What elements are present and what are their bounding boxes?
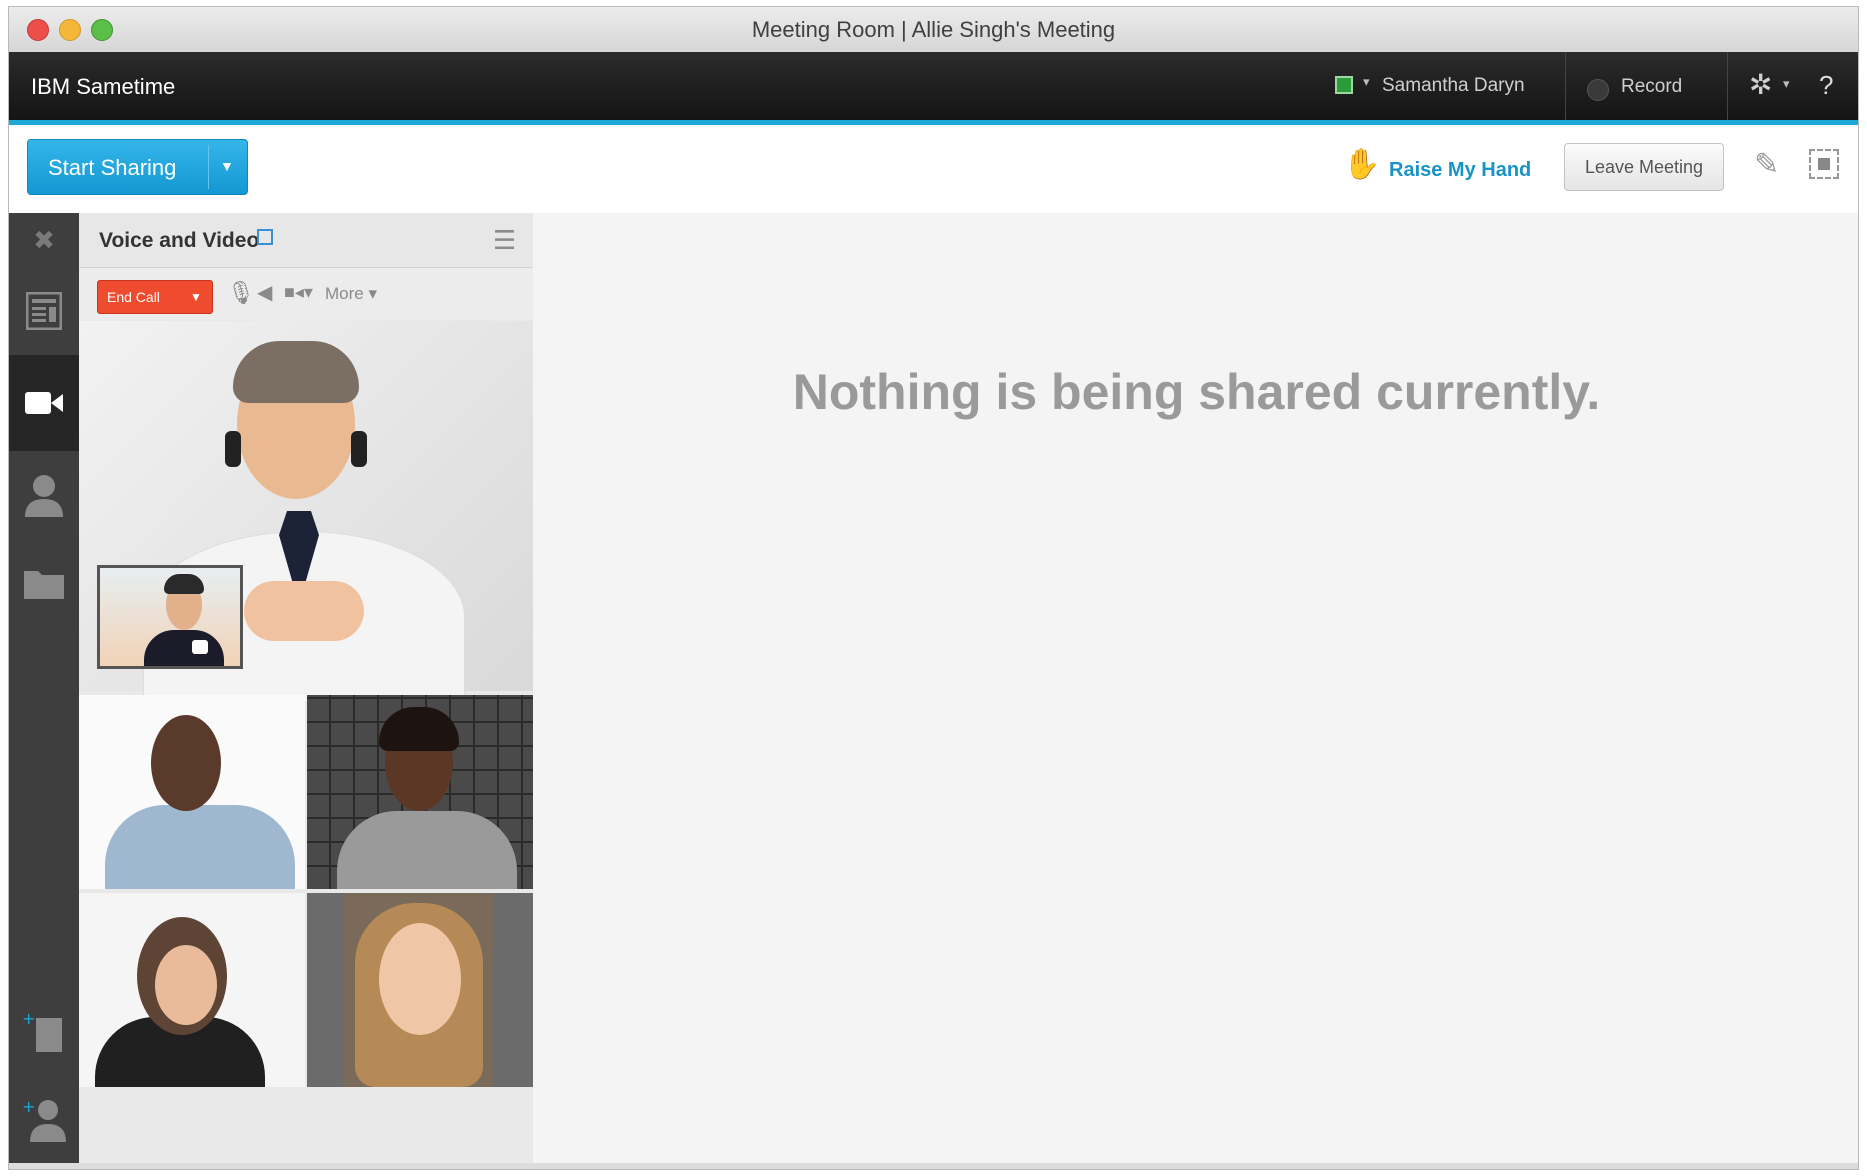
sidebar-item-files[interactable] <box>9 539 79 627</box>
window-title: Meeting Room | Allie Singh's Meeting <box>751 17 1116 42</box>
fullscreen-icon[interactable] <box>1809 149 1839 179</box>
participant-video-3[interactable] <box>79 893 305 1087</box>
panel-header: Voice and Video ☰ <box>79 213 533 268</box>
close-panel-icon[interactable]: ✖ <box>9 213 79 267</box>
settings-gear-icon[interactable]: ✲ <box>1749 68 1772 101</box>
sidebar: ✖ + + <box>9 213 79 1163</box>
divider <box>1565 52 1566 120</box>
leave-meeting-button[interactable]: Leave Meeting <box>1564 143 1724 191</box>
participant-video-2[interactable] <box>307 695 533 889</box>
participant-video-4[interactable] <box>307 893 533 1087</box>
sidebar-item-meeting-info[interactable] <box>9 267 79 355</box>
app-window: Meeting Room | Allie Singh's Meeting IBM… <box>8 6 1859 1170</box>
svg-text:+: + <box>22 1010 35 1028</box>
current-user-name[interactable]: Samantha Daryn <box>1382 75 1525 97</box>
call-controls: End Call ▼ 🎙 ◀ ■◂▾ More ▾ <box>79 268 533 320</box>
main-video-tile[interactable] <box>79 321 533 703</box>
pencil-icon[interactable]: ✎ <box>1754 147 1779 182</box>
video-camera-icon <box>25 392 63 414</box>
divider <box>1727 52 1728 120</box>
app-name: IBM Sametime <box>31 74 176 99</box>
participant-video-1[interactable] <box>79 695 305 889</box>
person-icon <box>25 475 63 517</box>
sidebar-item-participants[interactable] <box>9 451 79 539</box>
hand-icon[interactable]: ✋ <box>1343 147 1380 182</box>
shared-content-area: Nothing is being shared currently. <box>533 213 1858 1163</box>
status-dropdown-icon[interactable]: ▾ <box>1363 74 1370 90</box>
end-call-button[interactable]: End Call ▼ <box>97 280 213 314</box>
camera-dropdown-icon[interactable]: ■◂▾ <box>284 282 313 303</box>
share-dropdown-icon[interactable]: ▼ <box>220 158 234 174</box>
end-call-dropdown-icon[interactable]: ▼ <box>190 290 202 304</box>
panel-menu-icon[interactable]: ☰ <box>493 225 516 256</box>
divider <box>208 145 209 189</box>
speaker-icon[interactable]: ◀ <box>257 280 272 305</box>
sidebar-item-voice-video[interactable] <box>9 355 79 451</box>
availability-status-icon[interactable] <box>1335 76 1353 94</box>
raise-hand-button[interactable]: Raise My Hand <box>1389 159 1531 182</box>
add-document-icon: + <box>22 1010 62 1052</box>
add-file-button[interactable]: + <box>9 989 79 1077</box>
more-menu[interactable]: More ▾ <box>325 284 377 304</box>
status-bar <box>9 1163 1858 1169</box>
end-call-label: End Call <box>107 289 160 305</box>
start-sharing-button[interactable]: Start Sharing ▼ <box>27 139 248 195</box>
app-header: IBM Sametime ▾ Samantha Daryn Record ✲ ▾… <box>9 52 1858 125</box>
help-button[interactable]: ? <box>1819 70 1833 101</box>
panel-title: Voice and Video <box>99 229 260 252</box>
voice-video-panel: Voice and Video ☰ End Call ▼ 🎙 ◀ ■◂▾ Mor… <box>79 213 534 1163</box>
start-sharing-label: Start Sharing <box>48 155 177 180</box>
microphone-icon[interactable]: 🎙 <box>227 280 255 306</box>
record-button[interactable]: Record <box>1621 76 1682 98</box>
popout-icon[interactable] <box>257 229 273 245</box>
svg-text:+: + <box>22 1097 35 1116</box>
meeting-toolbar: Start Sharing ▼ ✋ Raise My Hand Leave Me… <box>9 125 1858 214</box>
empty-state-message: Nothing is being shared currently. <box>792 364 1601 420</box>
folder-icon <box>24 571 64 599</box>
document-icon <box>26 292 62 330</box>
title-bar: Meeting Room | Allie Singh's Meeting <box>9 7 1858 53</box>
add-person-icon: + <box>22 1097 66 1142</box>
add-participant-button[interactable]: + <box>9 1075 79 1163</box>
settings-dropdown-icon[interactable]: ▾ <box>1783 76 1790 92</box>
self-view-video[interactable] <box>97 565 243 669</box>
record-icon[interactable] <box>1587 79 1609 101</box>
